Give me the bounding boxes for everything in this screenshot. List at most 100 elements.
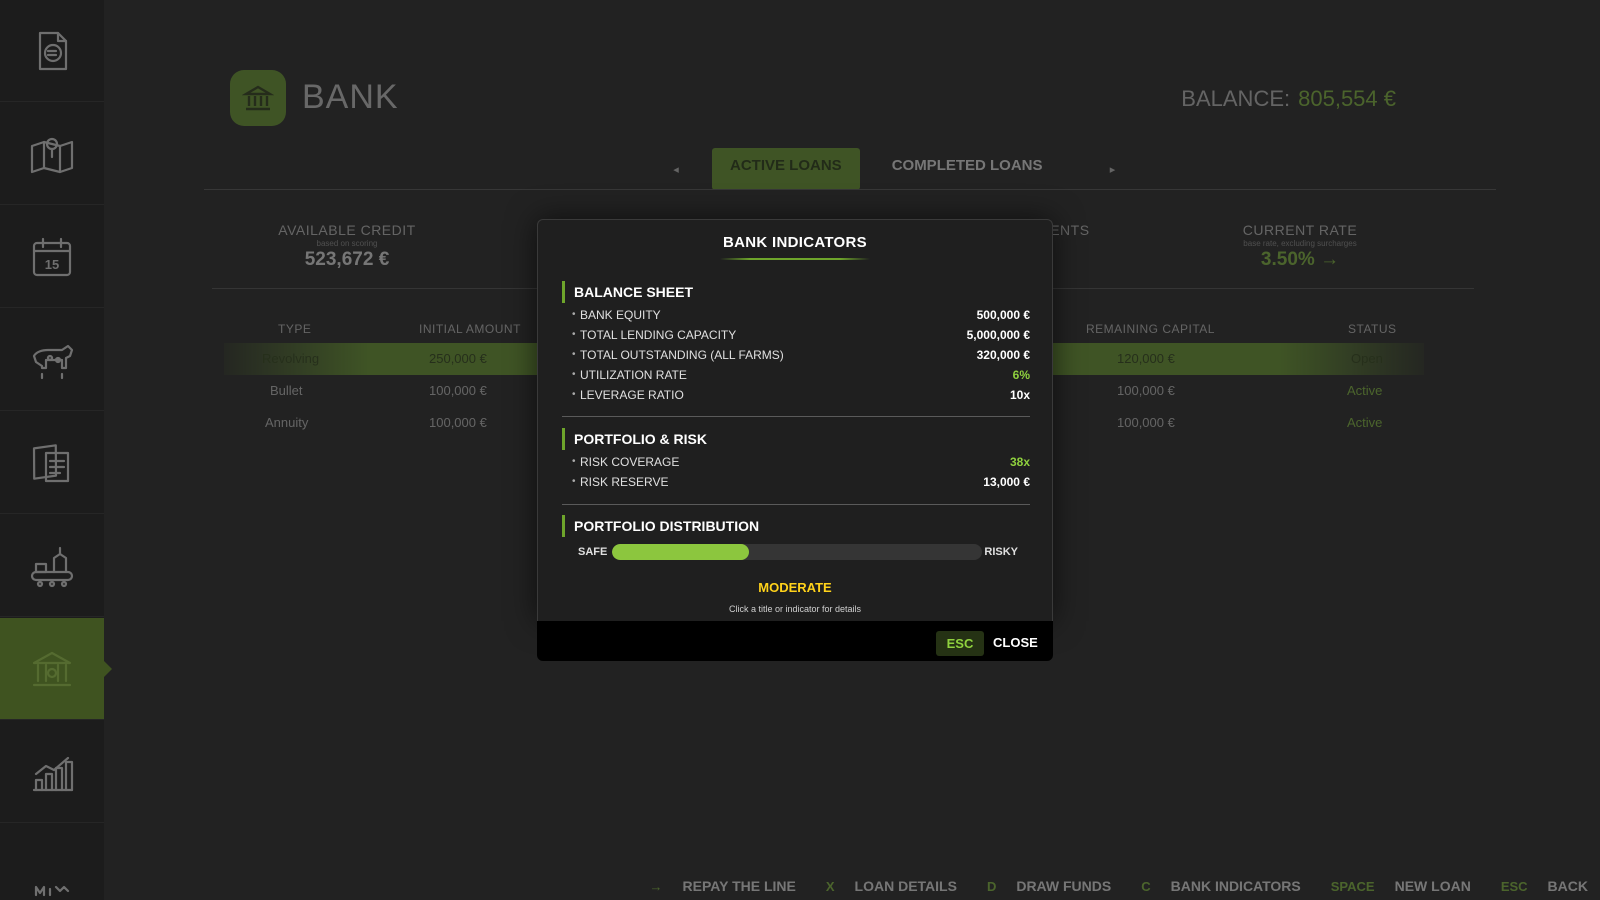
- more-icon: [34, 885, 70, 896]
- hint-label: BACK: [1547, 878, 1588, 894]
- section-divider: [562, 416, 1030, 417]
- bullet: •: [572, 309, 576, 320]
- cell-initial: 100,000 €: [429, 415, 487, 430]
- tabs-divider: [204, 189, 1496, 190]
- indicator-value: 38x: [1009, 455, 1030, 469]
- sidebar-item-bank[interactable]: [0, 618, 112, 720]
- indicator-risk-coverage[interactable]: • RISK COVERAGE 38x: [562, 453, 1030, 473]
- hint-label: LOAN DETAILS: [854, 878, 957, 894]
- balance-value: 805,554 €: [1298, 86, 1396, 111]
- cell-remaining: 120,000 €: [1117, 351, 1175, 366]
- hint-label: REPAY THE LINE: [682, 878, 796, 894]
- bank-indicators-dialog: BANK INDICATORS BALANCE SHEET • BANK EQUI…: [537, 219, 1053, 661]
- sidebar-item-calendar[interactable]: 15: [0, 206, 104, 308]
- bullet: •: [572, 389, 576, 400]
- indicator-name: BANK EQUITY: [580, 308, 661, 322]
- indicator-value: 500,000 €: [976, 308, 1030, 322]
- bank-logo: [230, 70, 286, 126]
- cell-type: Revolving: [262, 351, 320, 366]
- tab-completed-loans[interactable]: COMPLETED LOANS: [874, 148, 1061, 190]
- hint-repay-line[interactable]: → REPAY THE LINE: [650, 878, 796, 894]
- section-title-portfolio-risk[interactable]: PORTFOLIO & RISK: [562, 428, 1030, 450]
- production-icon: [30, 546, 74, 587]
- finance-document-icon: [38, 31, 68, 70]
- col-header-initial: INITIAL AMOUNT: [419, 322, 521, 336]
- indicator-risk-reserve[interactable]: • RISK RESERVE 13,000 €: [562, 473, 1030, 493]
- indicator-name: RISK COVERAGE: [580, 455, 680, 469]
- indicator-name: RISK RESERVE: [580, 475, 669, 489]
- hint-draw-funds[interactable]: D DRAW FUNDS: [987, 878, 1111, 894]
- sidebar-item-statistics[interactable]: [0, 721, 104, 823]
- contracts-icon: [32, 443, 70, 482]
- bank-icon: [32, 651, 72, 686]
- bullet: •: [572, 456, 576, 467]
- gauge-safe-label: SAFE: [578, 546, 608, 558]
- stat-value: 3.50% →: [1260, 249, 1340, 270]
- sidebar-item-production[interactable]: [0, 515, 104, 617]
- bullet: •: [572, 476, 576, 487]
- indicator-value: 6%: [1012, 368, 1030, 382]
- indicator-value: 13,000 €: [983, 475, 1030, 489]
- tab-next-arrow[interactable]: ▸: [1101, 163, 1125, 176]
- stat-divider: [1034, 288, 1474, 289]
- tab-prev-arrow[interactable]: ◂: [664, 163, 688, 176]
- cell-status: Open: [1351, 351, 1383, 366]
- section-title-portfolio-distribution[interactable]: PORTFOLIO DISTRIBUTION: [562, 515, 1030, 537]
- cow-icon: [32, 344, 74, 379]
- stat-current-rate: CURRENT RATE base rate, excluding surcha…: [1230, 222, 1370, 271]
- key-glyph: SPACE: [1330, 878, 1375, 894]
- section-title-balance-sheet[interactable]: BALANCE SHEET: [562, 281, 1030, 303]
- cell-initial: 100,000 €: [429, 383, 487, 398]
- title-underline: [720, 258, 870, 260]
- key-hints-bar: → REPAY THE LINE X LOAN DETAILS D DRAW FUND…: [620, 878, 1588, 894]
- hint-loan-details[interactable]: X LOAN DETAILS: [826, 878, 957, 894]
- sidebar-item-animals[interactable]: [0, 309, 104, 411]
- indicator-value: 320,000 €: [976, 348, 1030, 362]
- section-divider: [562, 504, 1030, 505]
- indicator-value: 5,000,000 €: [966, 328, 1030, 342]
- indicator-name: LEVERAGE RATIO: [580, 388, 684, 402]
- esc-key-badge[interactable]: ESC: [936, 631, 984, 656]
- indicator-utilization-rate[interactable]: • UTILIZATION RATE 6%: [562, 366, 1030, 386]
- hint-new-loan[interactable]: SPACE NEW LOAN: [1331, 878, 1471, 894]
- stat-sub: based on scoring: [316, 239, 378, 248]
- sidebar-item-finances[interactable]: [0, 0, 104, 102]
- map-pin-icon: [30, 137, 74, 173]
- sidebar-item-map[interactable]: [0, 103, 104, 205]
- hint-back[interactable]: ESC BACK: [1501, 878, 1588, 894]
- hint-bank-indicators[interactable]: C BANK INDICATORS: [1141, 878, 1301, 894]
- indicator-leverage-ratio[interactable]: • LEVERAGE RATIO 10x: [562, 386, 1030, 406]
- balance: BALANCE: 805,554 €: [1181, 86, 1396, 112]
- sidebar-item-contracts[interactable]: [0, 412, 104, 514]
- cell-remaining: 100,000 €: [1117, 383, 1175, 398]
- distribution-bar: [612, 544, 982, 560]
- page-title: BANK: [302, 78, 399, 116]
- sidebar: 15: [0, 0, 112, 900]
- cell-status: Active: [1347, 383, 1383, 398]
- cell-type: Annuity: [265, 415, 309, 430]
- statistics-icon: [32, 756, 74, 791]
- stat-sub: base rate, excluding surcharges: [1243, 239, 1357, 248]
- close-button[interactable]: CLOSE: [993, 635, 1038, 650]
- indicator-bank-equity[interactable]: • BANK EQUITY 500,000 €: [562, 306, 1030, 326]
- indicator-total-outstanding[interactable]: • TOTAL OUTSTANDING (ALL FARMS) 320,000 €: [562, 346, 1030, 366]
- gauge-risky-label: RISKY: [984, 546, 1018, 558]
- hint-label: DRAW FUNDS: [1016, 878, 1112, 894]
- hint-label: BANK INDICATORS: [1170, 878, 1301, 894]
- col-header-status: STATUS: [1348, 322, 1397, 336]
- indicator-name: TOTAL OUTSTANDING (ALL FARMS): [580, 348, 784, 362]
- calendar-icon: 15: [32, 237, 72, 276]
- section-portfolio-distribution: PORTFOLIO DISTRIBUTION: [562, 515, 1030, 537]
- tab-active-loans[interactable]: ACTIVE LOANS: [712, 148, 860, 190]
- cell-remaining: 100,000 €: [1117, 415, 1175, 430]
- key-glyph: ESC: [1500, 878, 1528, 894]
- cell-status: Active: [1347, 415, 1383, 430]
- dialog-footer: ESC CLOSE: [537, 621, 1053, 661]
- indicator-total-lending-capacity[interactable]: • TOTAL LENDING CAPACITY 5,000,000 €: [562, 326, 1030, 346]
- hint-label: NEW LOAN: [1394, 878, 1471, 894]
- sidebar-item-more[interactable]: [0, 824, 104, 900]
- stat-label: CURRENT RATE: [1242, 222, 1358, 238]
- svg-text:15: 15: [45, 257, 59, 272]
- bullet: •: [572, 369, 576, 380]
- cell-type: Bullet: [270, 383, 303, 398]
